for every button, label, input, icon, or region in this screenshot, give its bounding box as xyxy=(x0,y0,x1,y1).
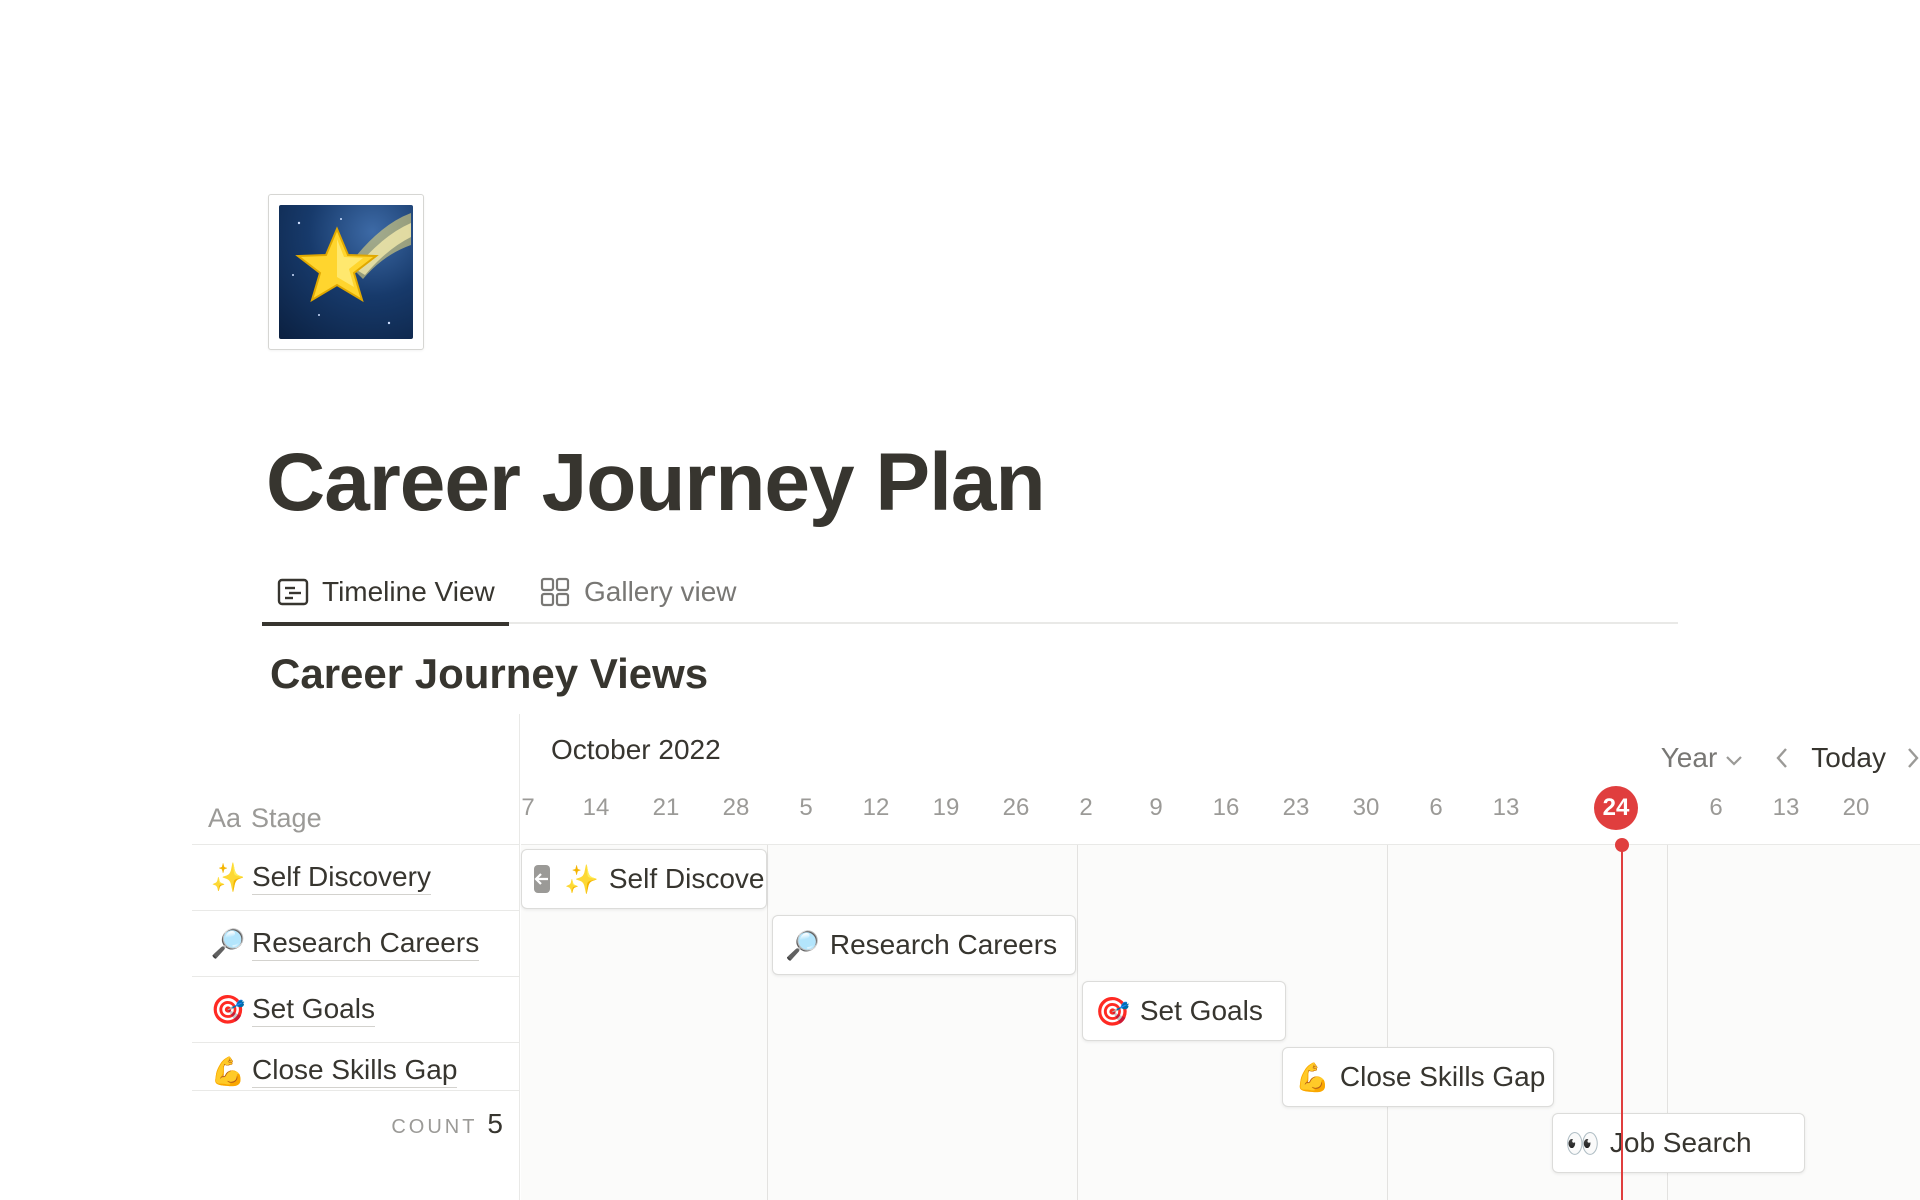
week-tick: 28 xyxy=(722,794,750,821)
chevron-down-icon xyxy=(1725,742,1743,774)
target-icon: 🎯 xyxy=(1095,995,1130,1027)
week-tick: 16 xyxy=(1212,794,1240,821)
week-tick: 20 xyxy=(1842,794,1870,821)
timeline-bar[interactable]: ✨ Self Discovery xyxy=(521,849,767,909)
timeline-bar[interactable]: 🔎 Research Careers xyxy=(772,915,1076,975)
magnifier-icon: 🔎 xyxy=(785,929,820,961)
week-tick: 6 xyxy=(1429,794,1443,821)
week-tick: 5 xyxy=(799,794,813,821)
bar-label: Self Discovery xyxy=(608,863,766,894)
count-summary[interactable]: COUNT 5 xyxy=(391,1108,503,1140)
sparkles-icon: ✨ xyxy=(564,863,599,895)
stage-column-header[interactable]: Aa Stage xyxy=(208,796,322,840)
bar-label: Set Goals xyxy=(1139,995,1263,1026)
page-title[interactable]: Career Journey Plan xyxy=(266,436,1046,530)
week-tick: 14 xyxy=(582,794,610,821)
stage-row[interactable]: 🎯 Set Goals xyxy=(192,977,520,1043)
stage-row[interactable]: 🔎 Research Careers xyxy=(192,911,520,977)
month-gridline xyxy=(767,845,768,1200)
shooting-star-icon xyxy=(279,205,413,339)
tab-gallery-view[interactable]: Gallery view xyxy=(538,560,736,624)
timeline-view: Aa Stage ✨ Self Discovery 🔎 Research Car… xyxy=(0,714,1920,1200)
bar-label: Close Skills Gap xyxy=(1339,1061,1546,1092)
stage-label[interactable]: Set Goals xyxy=(252,992,375,1027)
timeline-bar[interactable]: 👀 Job Search xyxy=(1552,1113,1805,1173)
page-icon[interactable] xyxy=(268,194,424,350)
week-tick: 2 xyxy=(1896,794,1920,822)
week-tick: 26 xyxy=(1002,794,1030,821)
bar-label: Research Careers xyxy=(829,929,1058,960)
stage-column: Aa Stage ✨ Self Discovery 🔎 Research Car… xyxy=(192,714,520,1200)
stage-row[interactable]: 💪 Close Skills Gap xyxy=(192,1043,520,1091)
tab-timeline-view[interactable]: Timeline View xyxy=(262,560,509,626)
tab-label: Timeline View xyxy=(322,576,495,607)
count-value: 5 xyxy=(487,1108,503,1139)
tab-label: Gallery view xyxy=(584,576,737,607)
month-label: October 2022 xyxy=(551,734,721,765)
scale-label: Year xyxy=(1660,742,1718,773)
week-tick: 23 xyxy=(1282,794,1310,821)
gallery-grid-icon xyxy=(538,575,572,609)
chevron-right-icon[interactable] xyxy=(1906,747,1920,769)
sparkles-icon: ✨ xyxy=(210,862,246,893)
today-line xyxy=(1621,842,1623,1200)
timeline-bar[interactable]: 💪 Close Skills Gap xyxy=(1282,1047,1554,1107)
month-gridline xyxy=(1077,845,1078,1200)
today-marker: 24 xyxy=(1594,786,1638,830)
timeline-grid: October 2022 Year Today 7 14 21 28 5 12 … xyxy=(521,714,1920,1200)
timeline-controls: Year Today xyxy=(1661,736,1920,780)
week-tick: 9 xyxy=(1149,794,1163,821)
month-gridline xyxy=(1387,845,1388,1200)
chevron-left-icon[interactable] xyxy=(1775,747,1789,769)
target-icon: 🎯 xyxy=(210,994,246,1025)
column-header-label: Stage xyxy=(251,802,322,833)
week-tick: 12 xyxy=(862,794,890,821)
timeline-bar[interactable]: 🎯 Set Goals xyxy=(1082,981,1286,1041)
week-tick: 13 xyxy=(1772,794,1800,821)
week-tick: 13 xyxy=(1492,794,1520,821)
stage-row[interactable]: ✨ Self Discovery xyxy=(192,845,520,911)
week-tick: 30 xyxy=(1352,794,1380,821)
grid-header-divider xyxy=(521,844,1920,845)
count-label: COUNT xyxy=(391,1116,478,1138)
timeline-icon xyxy=(276,575,310,609)
magnifier-icon: 🔎 xyxy=(210,928,246,959)
scale-dropdown[interactable]: Year xyxy=(1661,742,1744,774)
text-property-icon: Aa xyxy=(208,802,242,833)
view-tabs: Timeline View Gallery view xyxy=(262,560,1678,626)
week-tick: 19 xyxy=(932,794,960,821)
week-tick: 6 xyxy=(1709,794,1723,821)
eyes-icon: 👀 xyxy=(1565,1127,1600,1159)
week-tick: 21 xyxy=(652,794,680,821)
stage-label[interactable]: Close Skills Gap xyxy=(252,1053,458,1088)
stage-label[interactable]: Research Careers xyxy=(252,926,480,961)
flexed-biceps-icon: 💪 xyxy=(1295,1061,1330,1093)
week-tick: 2 xyxy=(1079,794,1093,821)
bar-label: Job Search xyxy=(1609,1127,1752,1158)
stage-label[interactable]: Self Discovery xyxy=(252,860,431,895)
view-title[interactable]: Career Journey Views xyxy=(270,650,708,698)
flexed-biceps-icon: 💪 xyxy=(210,1056,246,1087)
today-button[interactable]: Today xyxy=(1811,742,1886,774)
page: Career Journey Plan Timeline View Galler… xyxy=(0,0,1920,1200)
arrow-left-icon[interactable] xyxy=(534,865,550,893)
